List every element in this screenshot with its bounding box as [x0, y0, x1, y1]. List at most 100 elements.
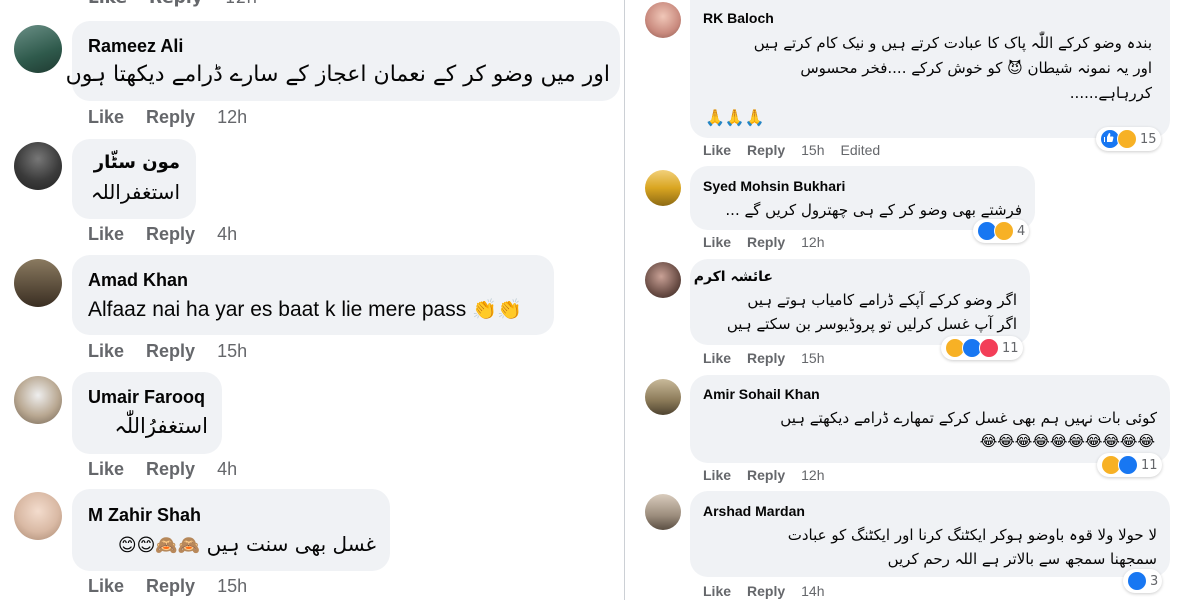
- laughing-emoji-row: 😂😂😂😂😂😂😂😂😂😂: [979, 432, 1155, 450]
- comment-bubble: [72, 372, 222, 454]
- comment-actions: Like Reply 12h: [703, 234, 825, 250]
- reply-link[interactable]: Reply: [149, 0, 203, 8]
- reply-link[interactable]: Reply: [146, 459, 195, 480]
- avatar[interactable]: [645, 262, 681, 298]
- comment-author[interactable]: عائشہ اکرم: [694, 269, 773, 285]
- comment-bubble: [72, 255, 554, 335]
- avatar[interactable]: [645, 379, 681, 415]
- comment-text-body: Alfaaz nai ha yar es baat k lie mere pas…: [88, 298, 467, 321]
- comment-text-line: لا حولا ولا قوہ باوضو ہوکر ایکٹنگ کرنا ا…: [787, 526, 1157, 544]
- comment-author[interactable]: Arshad Mardan: [703, 503, 805, 519]
- reply-link[interactable]: Reply: [146, 576, 195, 597]
- comment-actions: Like Reply 12h: [703, 467, 825, 483]
- like-reaction-icon: [1118, 455, 1138, 475]
- comment-time: 15h: [801, 350, 825, 366]
- reaction-summary[interactable]: 4: [973, 219, 1030, 243]
- comment-time: 4h: [217, 224, 238, 244]
- left-comment-column: Like Reply 12h Rameez Ali اور میں وضو کر…: [0, 0, 624, 600]
- comment-time: 12h: [801, 467, 825, 483]
- reaction-summary[interactable]: 15: [1096, 127, 1161, 151]
- comment-time: 12h: [217, 107, 248, 127]
- reaction-count: 3: [1150, 573, 1159, 589]
- comment-actions: Like Reply 4h: [88, 459, 237, 480]
- comment-text: استغفرُاللّٰہ: [114, 414, 208, 438]
- comment-time: 15h: [801, 142, 825, 158]
- comment-author[interactable]: Syed Mohsin Bukhari: [703, 178, 845, 194]
- reply-link[interactable]: Reply: [146, 224, 195, 245]
- comment-text-line: کوئی بات نہیں ہم بھی غسل کرکے تمھارے ڈرا…: [780, 409, 1157, 427]
- comment-text-body: غسل بھی سنت ہیں: [206, 532, 376, 556]
- like-link[interactable]: Like: [88, 459, 124, 480]
- like-link[interactable]: Like: [88, 224, 124, 245]
- comment-actions: Like Reply 15h: [88, 576, 247, 597]
- comment-actions: Like Reply 15h: [88, 341, 247, 362]
- avatar[interactable]: [14, 259, 62, 307]
- comment-author[interactable]: Rameez Ali: [88, 36, 183, 57]
- like-link[interactable]: Like: [88, 341, 124, 362]
- haha-reaction-icon: [994, 221, 1014, 241]
- right-comment-column: RK Baloch بندہ وضو کرکے اللّٰہ پاک کا عب…: [625, 0, 1200, 600]
- like-link[interactable]: Like: [88, 576, 124, 597]
- comment-author[interactable]: Umair Farooq: [88, 387, 205, 408]
- comment-text-line: فرشتے بھی وضو کر کے ہی چھترول کریں گے ..…: [725, 201, 1022, 219]
- like-link[interactable]: Like: [703, 350, 731, 366]
- like-link[interactable]: Like: [88, 107, 124, 128]
- reaction-count: 4: [1017, 223, 1026, 239]
- comment-text-line: کررہاہے......: [1069, 84, 1152, 102]
- comment-text: اور میں وضو کر کے نعمان اعجاز کے سارے ڈر…: [65, 62, 610, 87]
- comment-author[interactable]: M Zahir Shah: [88, 505, 201, 526]
- like-link[interactable]: Like: [703, 467, 731, 483]
- avatar[interactable]: [14, 25, 62, 73]
- love-reaction-icon: [979, 338, 999, 358]
- avatar[interactable]: [14, 142, 62, 190]
- like-link[interactable]: Like: [703, 234, 731, 250]
- like-link[interactable]: Like: [703, 142, 731, 158]
- comment-actions: Like Reply 14h: [703, 583, 825, 599]
- comment-bubble: [72, 139, 196, 219]
- avatar[interactable]: [14, 492, 62, 540]
- comment-text-line: سمجھنا سمجھ سے بالاتر ہے اللہ رحم کریں: [887, 550, 1157, 568]
- reply-link[interactable]: Reply: [747, 142, 785, 158]
- comment-time: 15h: [217, 341, 248, 361]
- avatar[interactable]: [645, 170, 681, 206]
- comment-time: 12h: [801, 234, 825, 250]
- avatar[interactable]: [645, 494, 681, 530]
- comment-bubble: [72, 489, 390, 571]
- comment-text-line: اگر آپ غسل کرلیں تو پروڈیوسر بن سکتے ہیں: [726, 315, 1017, 333]
- comment-time: 12h: [225, 0, 257, 8]
- avatar[interactable]: [14, 376, 62, 424]
- comment-text: استغفراللہ: [90, 180, 180, 204]
- comment-actions: Like Reply 4h: [88, 224, 237, 245]
- like-reaction-icon: [1127, 571, 1147, 591]
- comment-time: 14h: [801, 583, 825, 599]
- comment-text: غسل بھی سنت ہیں 🙈🙈😊😊: [80, 532, 376, 556]
- comment-time: 4h: [217, 459, 238, 479]
- comment-text-line: بندہ وضو کرکے اللّٰہ پاک کا عبادت کرتے ہ…: [753, 34, 1152, 52]
- reply-link[interactable]: Reply: [747, 467, 785, 483]
- haha-reaction-icon: [1117, 129, 1137, 149]
- reaction-summary[interactable]: 11: [941, 336, 1023, 360]
- comment-author[interactable]: مون سٹّار: [80, 152, 180, 173]
- comment-text-line: اور یہ نمونہ شیطان 😈 کو خوش کرکے ....فخر…: [800, 59, 1152, 77]
- praying-hands-icon: 🙏🙏🙏: [705, 108, 765, 127]
- avatar[interactable]: [645, 2, 681, 38]
- reaction-count: 11: [1141, 457, 1158, 473]
- reaction-summary[interactable]: 3: [1123, 569, 1163, 593]
- reply-link[interactable]: Reply: [146, 341, 195, 362]
- reply-link[interactable]: Reply: [146, 107, 195, 128]
- comment-actions: Like Reply 15h: [703, 350, 825, 366]
- reply-link[interactable]: Reply: [747, 350, 785, 366]
- like-link[interactable]: Like: [88, 0, 127, 8]
- comment-author[interactable]: Amir Sohail Khan: [703, 386, 820, 402]
- comment-actions: Like Reply 12h: [88, 107, 247, 128]
- comment-bubble: [72, 21, 620, 101]
- like-link[interactable]: Like: [703, 583, 731, 599]
- reply-link[interactable]: Reply: [747, 234, 785, 250]
- comment-author[interactable]: RK Baloch: [703, 10, 774, 26]
- comment-text: Alfaaz nai ha yar es baat k lie mere pas…: [88, 297, 522, 322]
- reaction-summary[interactable]: 11: [1097, 453, 1162, 477]
- emoji-reaction-icons: 🙈🙈😊😊: [117, 535, 201, 556]
- reply-link[interactable]: Reply: [747, 583, 785, 599]
- comment-author[interactable]: Amad Khan: [88, 270, 188, 291]
- comment-actions: Like Reply 15h Edited: [703, 142, 880, 158]
